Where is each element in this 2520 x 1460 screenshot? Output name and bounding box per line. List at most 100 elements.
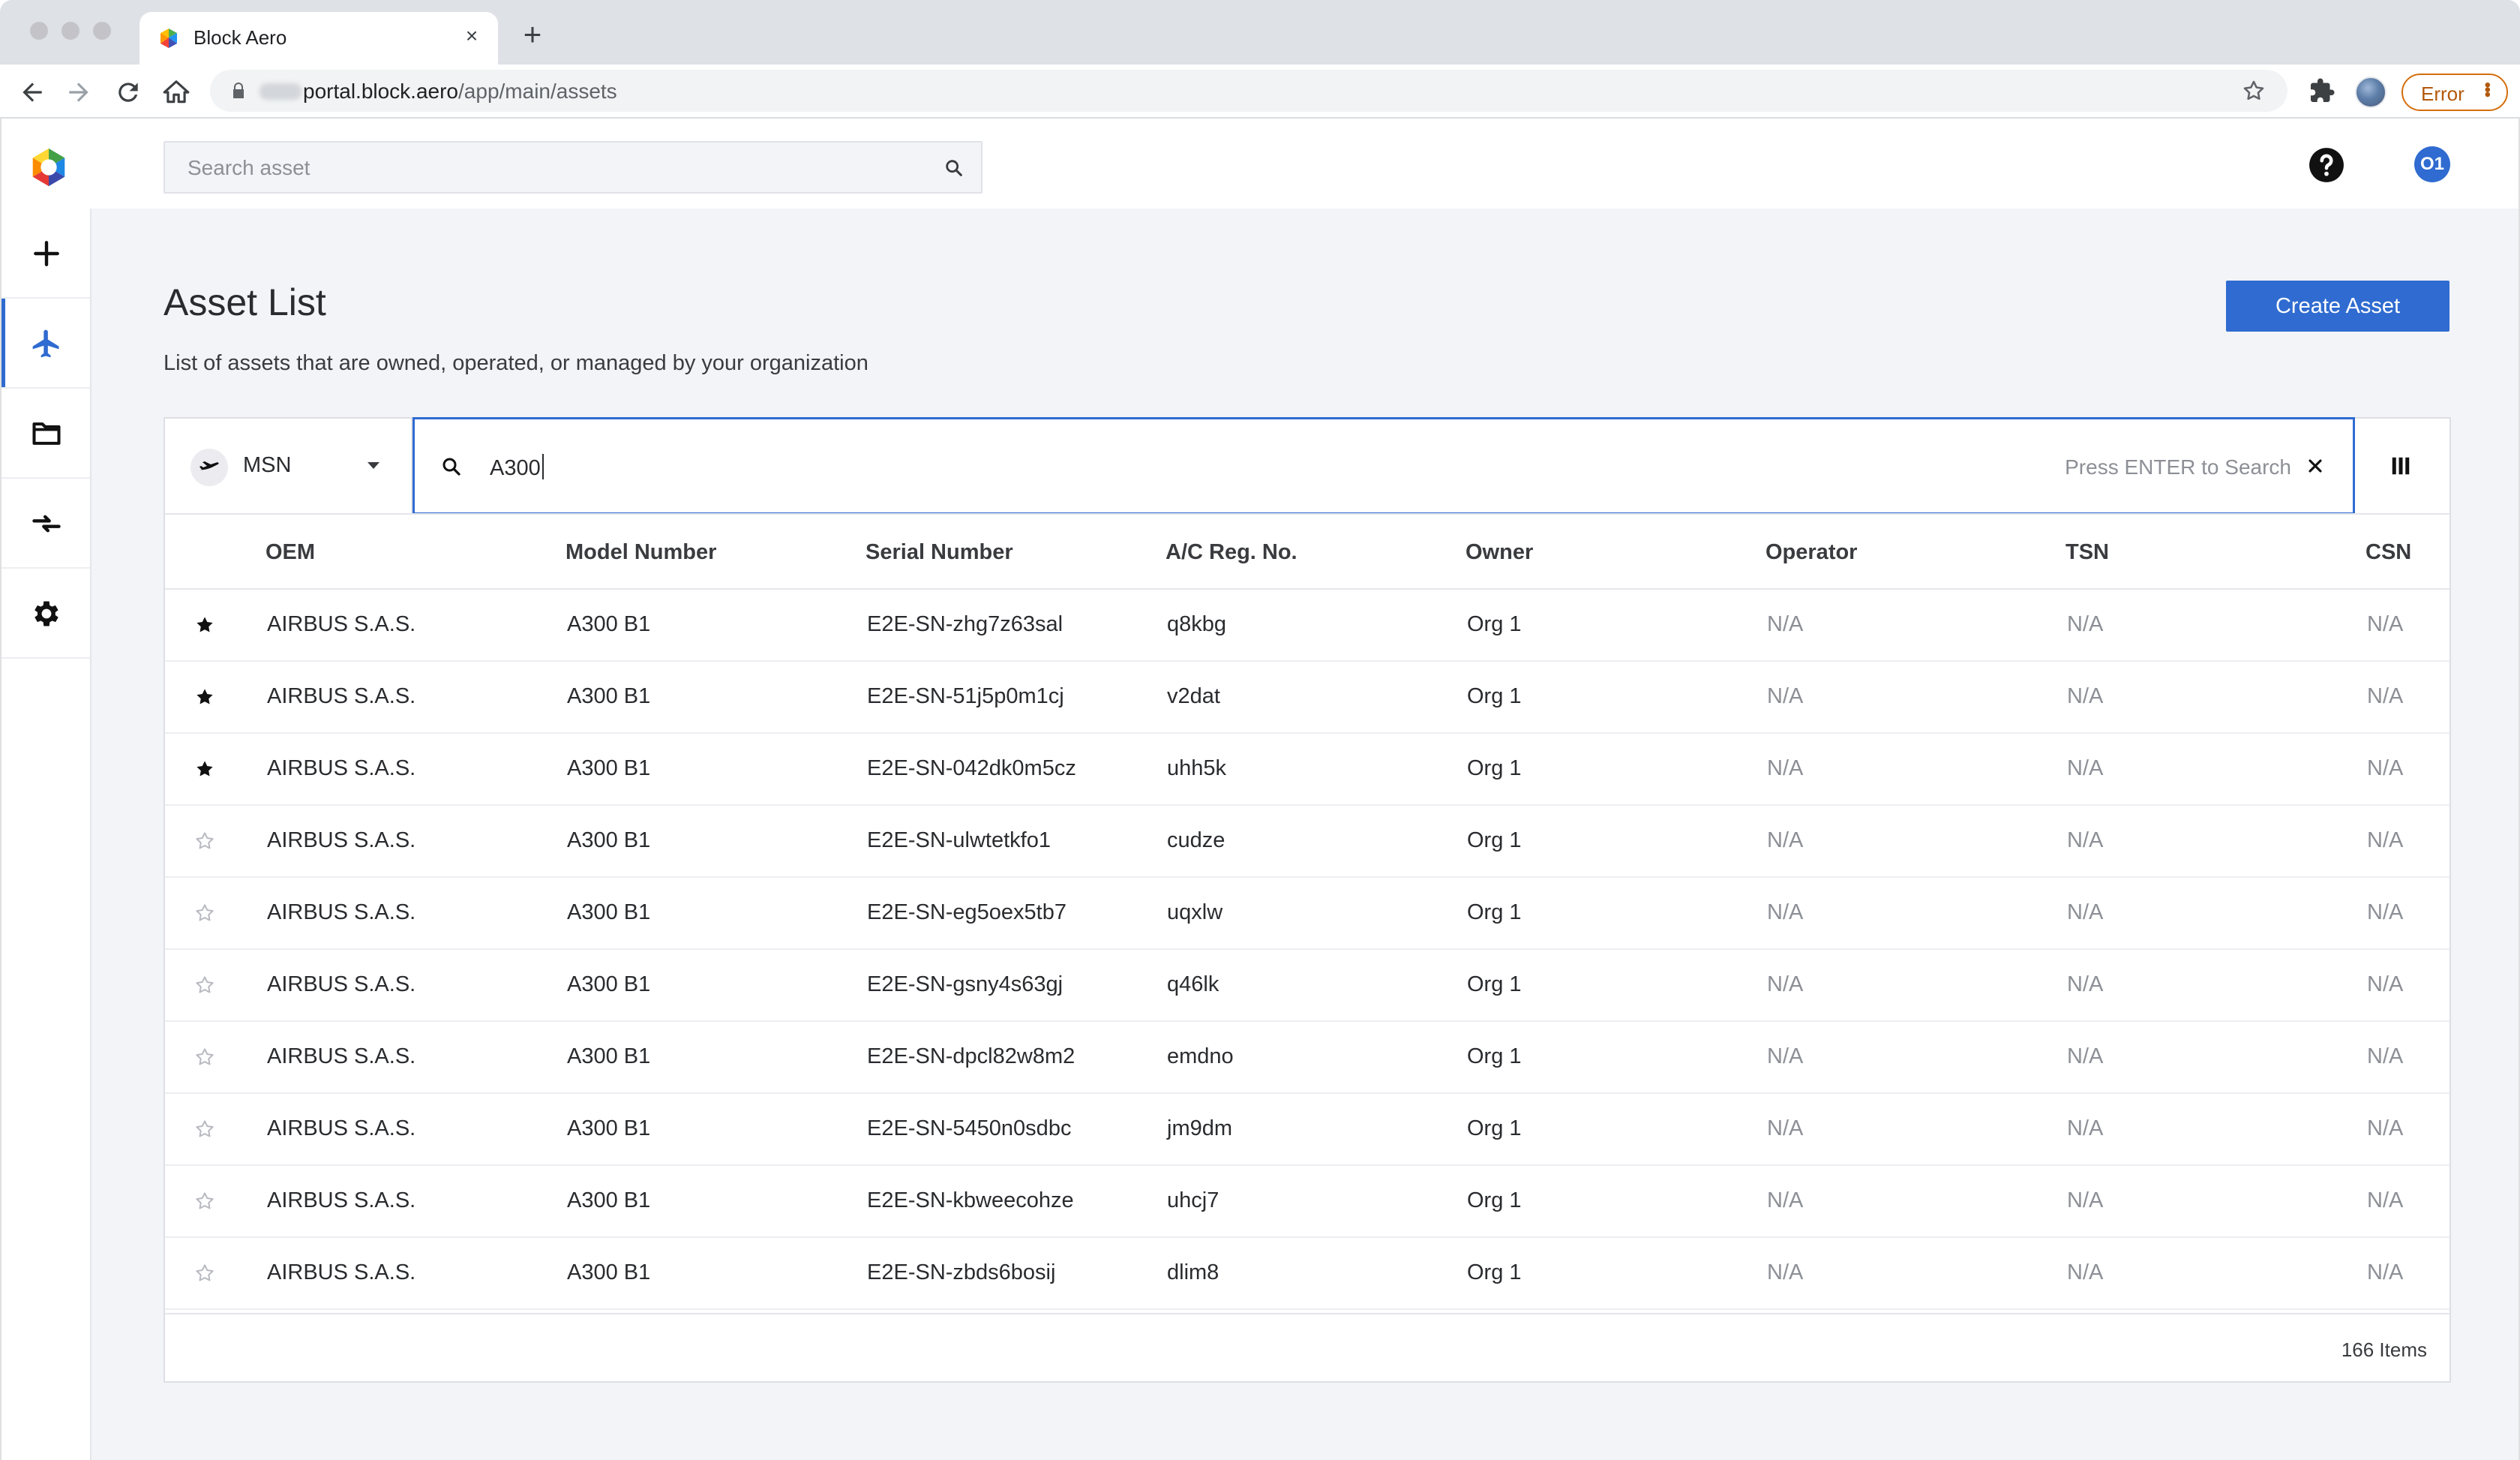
cell-csn: N/A (2367, 828, 2404, 852)
cell-csn: N/A (2367, 1044, 2404, 1068)
cell-tsn: N/A (2067, 684, 2104, 708)
table-row[interactable]: AIRBUS S.A.S. A300 B1 E2E-SN-eg5oex5tb7 uqx… (165, 878, 2450, 950)
window-close-dot[interactable] (30, 22, 48, 40)
sidenav-assets[interactable] (2, 299, 90, 387)
cell-tsn: N/A (2067, 612, 2104, 636)
cell-owner: Org 1 (1467, 684, 1522, 708)
table-row[interactable]: AIRBUS S.A.S. A300 B1 E2E-SN-kbweecohze uhc… (165, 1166, 2450, 1238)
table-row[interactable]: AIRBUS S.A.S. A300 B1 E2E-SN-51j5p0m1cj v2d… (165, 662, 2450, 734)
extensions-puzzle-icon[interactable] (2308, 77, 2336, 104)
column-header-owner[interactable]: Owner (1466, 540, 1533, 565)
asset-search-input[interactable] (188, 155, 908, 182)
cell-operator: N/A (1767, 828, 1804, 852)
cell-csn: N/A (2367, 756, 2404, 780)
chevron-down-icon (368, 462, 380, 469)
window-minimize-dot[interactable] (62, 22, 80, 40)
column-header-serial-number[interactable]: Serial Number (866, 540, 1013, 565)
cell-serial: E2E-SN-kbweecohze (867, 1188, 1074, 1212)
table-row[interactable]: AIRBUS S.A.S. A300 B1 E2E-SN-dpcl82w8m2 emd… (165, 1022, 2450, 1094)
folder-icon (32, 422, 61, 445)
bookmark-star-icon[interactable] (2241, 78, 2266, 104)
cell-tsn: N/A (2067, 1260, 2104, 1284)
column-settings-button[interactable] (2355, 419, 2450, 513)
cell-reg: uhh5k (1167, 756, 1227, 780)
table-row[interactable]: AIRBUS S.A.S. A300 B1 E2E-SN-042dk0m5cz uhh… (165, 734, 2450, 806)
favorite-star-outline-icon[interactable] (194, 1046, 216, 1068)
cell-csn: N/A (2367, 900, 2404, 924)
sidenav-documents[interactable] (2, 389, 90, 477)
cell-tsn: N/A (2067, 1044, 2104, 1068)
cell-operator: N/A (1767, 684, 1804, 708)
sidenav-transfers[interactable] (2, 479, 90, 567)
cell-operator: N/A (1767, 1044, 1804, 1068)
cell-oem: AIRBUS S.A.S. (267, 972, 416, 996)
column-header-operator[interactable]: Operator (1766, 540, 1857, 565)
profile-error-label: Error (2421, 83, 2464, 105)
cell-oem: AIRBUS S.A.S. (267, 1260, 416, 1284)
column-header-model-number[interactable]: Model Number (566, 540, 716, 565)
column-header-oem[interactable]: OEM (266, 540, 315, 565)
table-row[interactable]: AIRBUS S.A.S. A300 B1 E2E-SN-ulwtetkfo1 cud… (165, 806, 2450, 878)
cell-owner: Org 1 (1467, 900, 1522, 924)
search-icon (442, 458, 460, 476)
cell-model: A300 B1 (567, 1260, 651, 1284)
cell-tsn: N/A (2067, 1188, 2104, 1212)
favorite-star-filled-icon[interactable] (194, 758, 216, 780)
back-arrow-icon[interactable] (18, 78, 46, 107)
home-icon[interactable] (162, 78, 190, 107)
tab-close-icon[interactable]: × (458, 22, 486, 50)
cell-reg: uqxlw (1167, 900, 1223, 924)
favorite-star-outline-icon[interactable] (194, 1262, 216, 1284)
sidenav-add[interactable] (2, 209, 90, 297)
page-subtitle: List of assets that are owned, operated,… (164, 351, 868, 375)
cell-tsn: N/A (2067, 1116, 2104, 1140)
table-row[interactable]: AIRBUS S.A.S. A300 B1 E2E-SN-zhg7z63sal q8k… (165, 590, 2450, 662)
address-bar[interactable]: portal.block.aero/app/main/assets (210, 70, 2288, 112)
airplane-icon (32, 329, 59, 358)
block-aero-logo-icon[interactable] (27, 146, 70, 189)
favorite-star-outline-icon[interactable] (194, 830, 216, 852)
cell-serial: E2E-SN-dpcl82w8m2 (867, 1044, 1076, 1068)
favorite-star-outline-icon[interactable] (194, 1118, 216, 1140)
column-header-csn[interactable]: CSN (2366, 540, 2411, 565)
clear-search-icon[interactable] (2305, 455, 2326, 476)
profile-error-button[interactable]: Error ••• (2402, 74, 2508, 111)
favorite-star-outline-icon[interactable] (194, 902, 216, 924)
asset-search-box[interactable] (164, 141, 982, 194)
cell-owner: Org 1 (1467, 828, 1522, 852)
reload-icon[interactable] (114, 78, 142, 107)
cell-tsn: N/A (2067, 972, 2104, 996)
browser-tab[interactable]: Block Aero × (140, 12, 498, 65)
cell-oem: AIRBUS S.A.S. (267, 612, 416, 636)
sidenav-settings[interactable] (2, 569, 90, 657)
column-header-reg-no[interactable]: A/C Reg. No. (1166, 540, 1298, 565)
table-search-value[interactable]: A300 (490, 454, 544, 481)
create-asset-button[interactable]: Create Asset (2226, 281, 2450, 332)
cell-reg: cudze (1167, 828, 1226, 852)
user-avatar[interactable]: O1 (2414, 146, 2450, 182)
column-header-tsn[interactable]: TSN (2066, 540, 2109, 565)
favorite-star-filled-icon[interactable] (194, 614, 216, 636)
forward-arrow-icon[interactable] (64, 78, 93, 107)
favorite-star-outline-icon[interactable] (194, 1190, 216, 1212)
browser-profile-avatar[interactable] (2355, 77, 2386, 108)
table-search-field[interactable]: A300 Press ENTER to Search (412, 417, 2355, 515)
filter-field-select[interactable]: MSN (165, 419, 412, 513)
cell-operator: N/A (1767, 612, 1804, 636)
item-count: 166 Items (2341, 1338, 2427, 1361)
table-row[interactable]: AIRBUS S.A.S. A300 B1 E2E-SN-gsny4s63gj q46… (165, 950, 2450, 1022)
gear-icon (34, 601, 58, 626)
browser-toolbar: portal.block.aero/app/main/assets Error … (0, 65, 2520, 119)
new-tab-icon[interactable]: + (518, 19, 548, 51)
help-icon[interactable] (2308, 146, 2345, 184)
search-icon[interactable] (944, 158, 964, 179)
cell-model: A300 B1 (567, 1044, 651, 1068)
window-maximize-dot[interactable] (93, 22, 111, 40)
favorite-star-outline-icon[interactable] (194, 974, 216, 996)
cell-serial: E2E-SN-ulwtetkfo1 (867, 828, 1051, 852)
cell-serial: E2E-SN-gsny4s63gj (867, 972, 1064, 996)
favorite-star-filled-icon[interactable] (194, 686, 216, 708)
table-row[interactable]: AIRBUS S.A.S. A300 B1 E2E-SN-zbds6bosij dli… (165, 1238, 2450, 1310)
lock-icon[interactable] (230, 82, 248, 100)
table-row[interactable]: AIRBUS S.A.S. A300 B1 E2E-SN-5450n0sdbc jm9… (165, 1094, 2450, 1166)
